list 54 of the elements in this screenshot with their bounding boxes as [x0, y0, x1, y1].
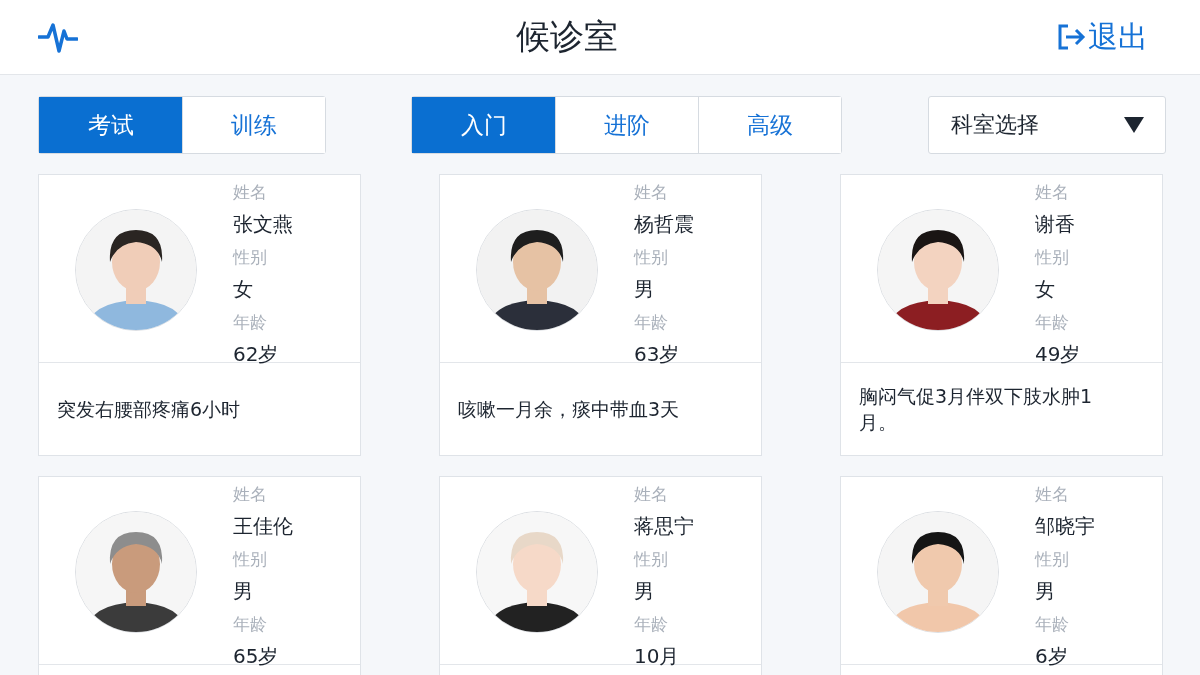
field-label: 性别: [233, 246, 268, 269]
patient-name: 邹晓宇: [1035, 513, 1095, 540]
patient-card[interactable]: 姓名 王佳伦 性别 男 年龄 65岁: [38, 476, 361, 675]
patient-name: 杨哲震: [634, 211, 694, 238]
logout-icon: [1056, 22, 1086, 52]
field-label: 性别: [233, 548, 268, 571]
patient-age: 62岁: [233, 341, 280, 368]
chief-complaint: 突发右腰部疼痛6小时: [57, 397, 241, 422]
field-label: 性别: [634, 246, 669, 269]
mode-tab[interactable]: 训练: [182, 97, 325, 153]
field-label: 年龄: [1035, 613, 1070, 636]
patient-card[interactable]: 姓名 蒋思宁 性别 男 年龄 10月: [439, 476, 762, 675]
field-label: 姓名: [1035, 483, 1070, 506]
patient-age: 65岁: [233, 643, 280, 670]
patient-gender: 女: [1035, 276, 1056, 303]
field-label: 性别: [1035, 548, 1070, 571]
field-label: 年龄: [233, 613, 268, 636]
field-label: 年龄: [634, 613, 669, 636]
field-label: 年龄: [1035, 311, 1070, 334]
patient-card[interactable]: 姓名 张文燕 性别 女 年龄 62岁 突发右腰部疼痛6小时: [38, 174, 361, 456]
department-dropdown[interactable]: 科室选择: [928, 96, 1166, 154]
field-label: 姓名: [233, 181, 268, 204]
mode-tab[interactable]: 考试: [39, 97, 182, 153]
chief-complaint: 咳嗽一月余，痰中带血3天: [458, 397, 680, 422]
field-label: 性别: [1035, 246, 1070, 269]
chief-complaint: 胸闷气促3月伴双下肢水肿1月。: [859, 384, 1094, 435]
page-title: 候诊室: [516, 15, 618, 58]
patient-gender: 男: [634, 276, 655, 303]
level-tab[interactable]: 高级: [698, 97, 841, 153]
patient-name: 张文燕: [233, 211, 293, 238]
patient-gender: 男: [634, 578, 655, 605]
patient-age: 10月: [634, 643, 681, 670]
patient-gender: 男: [233, 578, 254, 605]
field-label: 性别: [634, 548, 669, 571]
patient-age: 6岁: [1035, 643, 1069, 670]
patient-age: 63岁: [634, 341, 681, 368]
field-label: 姓名: [1035, 181, 1070, 204]
patient-card[interactable]: 姓名 杨哲震 性别 男 年龄 63岁 咳嗽一月余，痰中带血3天: [439, 174, 762, 456]
patient-card[interactable]: 姓名 谢香 性别 女 年龄 49岁 胸闷气促3月伴双下肢水肿1月。: [840, 174, 1163, 456]
field-label: 姓名: [233, 483, 268, 506]
patient-age: 49岁: [1035, 341, 1081, 368]
logout-button[interactable]: 退出: [1056, 16, 1148, 58]
caret-icon: [1123, 116, 1145, 134]
field-label: 年龄: [634, 311, 669, 334]
patient-card[interactable]: 姓名 邹晓宇 性别 男 年龄 6岁: [840, 476, 1163, 675]
patient-name: 蒋思宁: [634, 513, 694, 540]
patient-gender: 女: [233, 276, 254, 303]
field-label: 姓名: [634, 181, 669, 204]
field-label: 年龄: [233, 311, 268, 334]
patient-name: 谢香: [1035, 211, 1076, 238]
level-tab[interactable]: 入门: [412, 97, 555, 153]
patient-name: 王佳伦: [233, 513, 293, 540]
field-label: 姓名: [634, 483, 669, 506]
patient-gender: 男: [1035, 578, 1056, 605]
